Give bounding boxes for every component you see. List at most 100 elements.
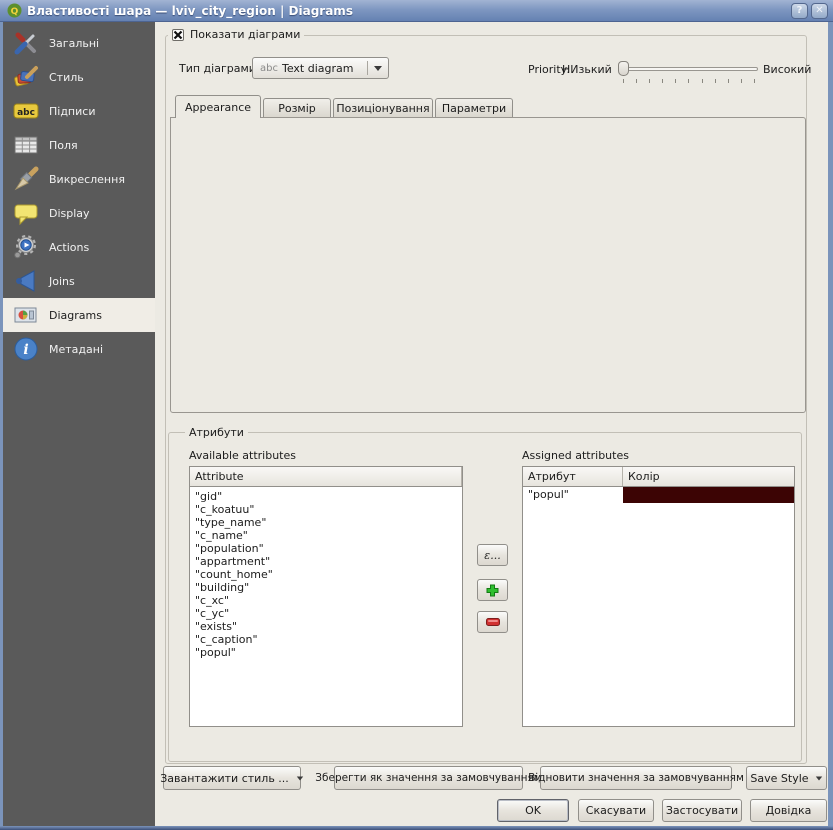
sidebar-item-metadani[interactable]: i Метадані — [3, 332, 155, 366]
svg-text:i: i — [23, 342, 28, 358]
ok-button[interactable]: OK — [497, 799, 569, 822]
paintbrush-icon — [11, 63, 41, 91]
layer-properties-dialog: Q Властивості шара — lviv_city_region | … — [0, 0, 833, 830]
attribute-row[interactable]: "c_koatuu" — [190, 503, 462, 516]
titlebar: Q Властивості шара — lviv_city_region | … — [0, 0, 833, 22]
sidebar-item-polia[interactable]: Поля — [3, 128, 155, 162]
window-close-button[interactable]: ✕ — [811, 3, 828, 19]
diagram-type-label: Тип діаграми — [179, 62, 256, 75]
load-style-label: Завантажити стиль ... — [160, 772, 289, 785]
color-column-header[interactable]: Колір — [623, 467, 794, 486]
expression-button[interactable]: ε... — [477, 544, 508, 566]
attributes-group-title: Атрибути — [185, 426, 248, 439]
tab-appearance[interactable]: Appearance — [175, 95, 261, 118]
sidebar-item-diagrams[interactable]: Diagrams — [3, 298, 155, 332]
assigned-color-cell[interactable] — [623, 487, 794, 503]
restore-default-button[interactable]: Відновити значення за замовчуванням — [540, 766, 732, 790]
available-attributes-table: Attribute "gid" "c_koatuu" "type_name" "… — [189, 466, 463, 727]
attribute-row[interactable]: "type_name" — [190, 516, 462, 529]
available-table-header: Attribute — [190, 467, 462, 487]
tab-label: Розмір — [278, 102, 316, 115]
cancel-button[interactable]: Скасувати — [578, 799, 654, 822]
info-icon: i — [11, 335, 41, 363]
sidebar-item-label: Diagrams — [49, 309, 102, 322]
attribute-row[interactable]: "c_caption" — [190, 633, 462, 646]
checkbox-checked-icon — [172, 29, 184, 41]
assigned-attribute-cell[interactable]: "popul" — [523, 487, 623, 503]
assigned-row[interactable]: "popul" — [523, 487, 794, 503]
tab-parametry[interactable]: Параметри — [435, 98, 513, 118]
sidebar-item-zahalni[interactable]: Загальні — [3, 26, 155, 60]
priority-high-label: Високий — [763, 63, 811, 76]
sidebar-item-label: Підписи — [49, 105, 95, 118]
sidebar-item-pidpysy[interactable]: abc Підписи — [3, 94, 155, 128]
diagram-chart-icon — [11, 301, 41, 329]
window-help-button[interactable]: ? — [791, 3, 808, 19]
diagram-type-combobox[interactable]: abc Text diagram — [252, 57, 389, 79]
sidebar-item-label: Joins — [49, 275, 75, 288]
sidebar-item-actions[interactable]: Actions — [3, 230, 155, 264]
sidebar-item-label: Поля — [49, 139, 78, 152]
appearance-tab-panel — [170, 117, 806, 413]
show-diagrams-checkbox[interactable]: Показати діаграми — [168, 28, 304, 41]
svg-text:abc: abc — [17, 108, 35, 118]
plus-icon — [486, 584, 499, 597]
window-title: Властивості шара — lviv_city_region | Di… — [27, 4, 788, 18]
assigned-table-header: Атрибут Колір — [523, 467, 794, 487]
attribute-row[interactable]: "c_xc" — [190, 594, 462, 607]
sidebar-item-joins[interactable]: Joins — [3, 264, 155, 298]
tab-label: Appearance — [185, 101, 251, 114]
save-as-default-button[interactable]: Зберегти як значення за замовчуванням — [334, 766, 523, 790]
attribute-row[interactable]: "c_name" — [190, 529, 462, 542]
available-table-body: "gid" "c_koatuu" "type_name" "c_name" "p… — [190, 487, 462, 659]
sidebar-item-display[interactable]: Display — [3, 196, 155, 230]
join-arrow-icon — [11, 267, 41, 295]
minus-icon — [486, 618, 500, 626]
tab-rozmir[interactable]: Розмір — [263, 98, 331, 118]
show-diagrams-label: Показати діаграми — [190, 28, 300, 41]
help-button[interactable]: Довідка — [750, 799, 827, 822]
brush-icon — [11, 165, 41, 193]
sidebar-item-label: Actions — [49, 241, 89, 254]
attribute-column-header[interactable]: Атрибут — [523, 467, 623, 486]
sidebar-item-label: Метадані — [49, 343, 103, 356]
abc-type-icon: abc — [260, 63, 278, 74]
sidebar: Загальні Стиль abc Підписи — [3, 22, 155, 826]
priority-slider-ticks — [623, 79, 755, 83]
tab-label: Позиціонування — [336, 102, 429, 115]
tools-icon — [11, 29, 41, 57]
priority-low-label: НИзький — [562, 63, 612, 76]
sidebar-item-styl[interactable]: Стиль — [3, 60, 155, 94]
add-attribute-button[interactable] — [477, 579, 508, 601]
attribute-row[interactable]: "gid" — [190, 490, 462, 503]
attribute-row[interactable]: "count_home" — [190, 568, 462, 581]
abc-label-icon: abc — [11, 97, 41, 125]
remove-attribute-button[interactable] — [477, 611, 508, 633]
table-icon — [11, 131, 41, 159]
tab-pozytsionuvannia[interactable]: Позиціонування — [333, 98, 433, 118]
attribute-row[interactable]: "exists" — [190, 620, 462, 633]
speech-bubble-icon — [11, 199, 41, 227]
svg-text:Q: Q — [11, 7, 19, 17]
diagrams-page: Показати діаграми Тип діаграми abc Text … — [155, 22, 828, 826]
sidebar-item-label: Стиль — [49, 71, 84, 84]
sidebar-item-label: Викреслення — [49, 173, 125, 186]
gear-play-icon — [11, 233, 41, 261]
apply-button[interactable]: Застосувати — [662, 799, 742, 822]
priority-slider-handle[interactable] — [618, 61, 629, 76]
window-frame-bottom — [0, 826, 833, 830]
priority-slider[interactable] — [620, 67, 758, 71]
qgis-logo-icon: Q — [7, 3, 22, 18]
load-style-button[interactable]: Завантажити стиль ... — [163, 766, 301, 790]
sidebar-item-vykreslennia[interactable]: Викреслення — [3, 162, 155, 196]
attribute-row[interactable]: "population" — [190, 542, 462, 555]
attribute-column-header[interactable]: Attribute — [190, 467, 462, 486]
chevron-down-icon — [815, 776, 821, 780]
chevron-down-icon — [297, 776, 303, 780]
attribute-row[interactable]: "appartment" — [190, 555, 462, 568]
attribute-row[interactable]: "c_yc" — [190, 607, 462, 620]
assigned-attributes-label: Assigned attributes — [522, 449, 629, 462]
save-style-button[interactable]: Save Style — [746, 766, 827, 790]
attribute-row[interactable]: "building" — [190, 581, 462, 594]
attribute-row[interactable]: "popul" — [190, 646, 462, 659]
